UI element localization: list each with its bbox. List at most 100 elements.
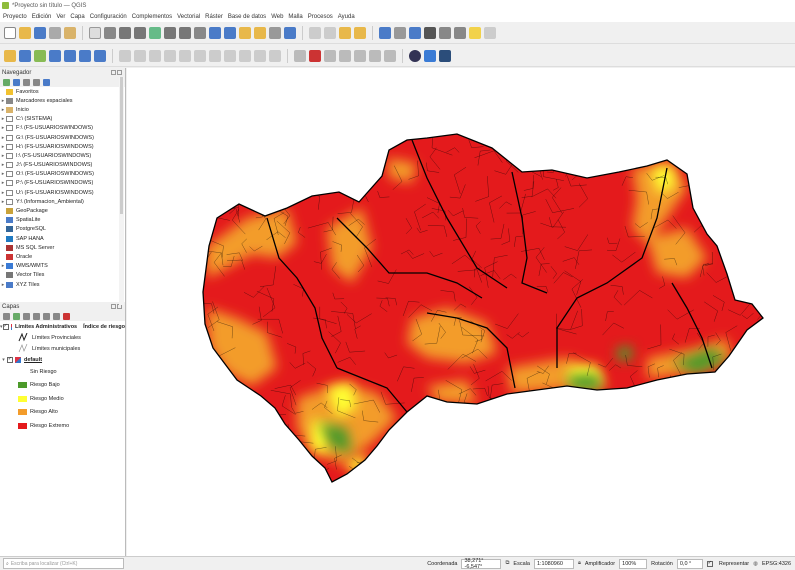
menu-ver[interactable]: Ver bbox=[56, 14, 65, 20]
pin-label-icon[interactable] bbox=[324, 49, 336, 62]
layout-manager-icon[interactable] bbox=[64, 26, 76, 39]
select-icon[interactable] bbox=[324, 26, 336, 39]
cut-icon[interactable] bbox=[209, 49, 221, 62]
open-styling-icon[interactable] bbox=[3, 312, 10, 320]
browser-item[interactable]: PostgreSQL bbox=[0, 225, 125, 234]
float-panel-icon[interactable] bbox=[111, 70, 116, 75]
collapse-all-icon[interactable] bbox=[53, 312, 60, 320]
rotation-field[interactable]: 0,0 ° bbox=[676, 558, 703, 569]
manage-visibility-icon[interactable] bbox=[23, 312, 30, 320]
digitize-icon[interactable] bbox=[149, 49, 161, 62]
render-checkbox[interactable]: ✓ bbox=[706, 560, 713, 567]
deselect-icon[interactable] bbox=[354, 26, 366, 39]
measure-icon[interactable] bbox=[454, 26, 466, 39]
browser-item[interactable]: SAP HANA bbox=[0, 234, 125, 243]
layer-group-limites[interactable]: ▾ ✓ Límites Administrativos Índice de ri… bbox=[0, 321, 125, 332]
scroll-thumb[interactable] bbox=[120, 77, 123, 214]
annotation-icon[interactable] bbox=[484, 26, 496, 39]
browser-item[interactable]: ▸ F:\ (FS-USUARIOSWINDOWS) bbox=[0, 124, 125, 133]
layer-default[interactable]: ▾ ✓ default bbox=[0, 354, 125, 365]
add-raster-icon[interactable] bbox=[34, 49, 46, 62]
zoom-in-icon[interactable] bbox=[119, 26, 131, 39]
crs-globe-icon[interactable]: ◍ bbox=[753, 561, 758, 567]
float-panel-icon[interactable] bbox=[111, 304, 116, 309]
toggle-extents-icon[interactable]: ⧉ bbox=[505, 560, 509, 567]
browser-item[interactable]: ▸ Marcadores espaciales bbox=[0, 96, 125, 105]
lock-scale-icon[interactable]: 🔒︎ bbox=[578, 560, 581, 567]
menu-ayuda[interactable]: Ayuda bbox=[338, 14, 355, 20]
add-vector-icon[interactable] bbox=[19, 49, 31, 62]
undo-icon[interactable] bbox=[254, 49, 266, 62]
menu-base-de-datos[interactable]: Base de datos bbox=[228, 14, 266, 20]
data-source-manager-icon[interactable] bbox=[4, 49, 16, 62]
legend-class[interactable]: Riesgo Medio bbox=[0, 392, 125, 406]
menu-proyecto[interactable]: Proyecto bbox=[3, 14, 27, 20]
browser-item[interactable]: ▸ XYZ Tiles bbox=[0, 280, 125, 289]
add-delimited-icon[interactable] bbox=[49, 49, 61, 62]
temporal-icon[interactable] bbox=[269, 26, 281, 39]
layer-limites-municipales[interactable]: Límites municipales bbox=[0, 343, 125, 354]
zoom-out-icon[interactable] bbox=[134, 26, 146, 39]
menu-vectorial[interactable]: Vectorial bbox=[177, 14, 200, 20]
collapse-all-icon[interactable] bbox=[33, 78, 40, 86]
add-spatialite-icon[interactable] bbox=[64, 49, 76, 62]
browser-item[interactable]: ▸ C:\ (SISTEMA) bbox=[0, 115, 125, 124]
browser-item[interactable]: Oracle bbox=[0, 252, 125, 261]
browser-item[interactable]: SpatiaLite bbox=[0, 216, 125, 225]
select-features-icon[interactable] bbox=[339, 26, 351, 39]
label-highlight-icon[interactable] bbox=[309, 49, 321, 62]
info-icon[interactable] bbox=[43, 78, 50, 86]
browser-item[interactable]: Vector Tiles bbox=[0, 271, 125, 280]
refresh-icon[interactable] bbox=[284, 26, 296, 39]
locator-search-input[interactable]: ⌕ Escriba para localizar (Ctrl+K) bbox=[3, 558, 124, 569]
change-label-icon[interactable] bbox=[384, 49, 396, 62]
settings-gear-icon[interactable] bbox=[409, 26, 421, 39]
statistics-icon[interactable] bbox=[439, 26, 451, 39]
copy-icon[interactable] bbox=[224, 49, 236, 62]
identify-icon[interactable] bbox=[309, 26, 321, 39]
zoom-full-icon[interactable] bbox=[149, 26, 161, 39]
menu-malla[interactable]: Malla bbox=[288, 14, 302, 20]
rotate-label-icon[interactable] bbox=[369, 49, 381, 62]
menu-edicion[interactable]: Edición bbox=[32, 14, 52, 20]
add-selected-layers-icon[interactable] bbox=[3, 78, 10, 86]
browser-item[interactable]: MS SQL Server bbox=[0, 243, 125, 252]
browser-item[interactable]: Favoritos bbox=[0, 87, 125, 96]
toolbox-gear-icon[interactable] bbox=[379, 26, 391, 39]
browser-item[interactable]: ▸ P:\ (FS-USUARIOSWINDOWS) bbox=[0, 179, 125, 188]
browser-scrollbar[interactable] bbox=[119, 77, 124, 305]
vertex-tool-icon[interactable] bbox=[179, 49, 191, 62]
menu-procesos[interactable]: Procesos bbox=[308, 14, 333, 20]
remove-layer-icon[interactable] bbox=[63, 312, 70, 320]
delete-feature-icon[interactable] bbox=[194, 49, 206, 62]
sigma-icon[interactable] bbox=[424, 26, 436, 39]
plugin-globe-icon[interactable] bbox=[409, 49, 421, 62]
browser-item[interactable]: GeoPackage bbox=[0, 206, 125, 215]
map-canvas[interactable] bbox=[127, 68, 795, 556]
save-as-icon[interactable] bbox=[49, 26, 61, 39]
refresh-icon[interactable] bbox=[13, 78, 20, 86]
add-wfs-icon[interactable] bbox=[94, 49, 106, 62]
redo-icon[interactable] bbox=[269, 49, 281, 62]
legend-class[interactable]: Sin Riesgo bbox=[0, 365, 125, 379]
browser-item[interactable]: ▸ I:\ (FS-USUARIOSWINDOWS) bbox=[0, 151, 125, 160]
browser-item[interactable]: ▸ O:\ (FS-USUARIOSWINDOWS) bbox=[0, 170, 125, 179]
save-project-icon[interactable] bbox=[34, 26, 46, 39]
coordinate-field[interactable]: 38,271° -6,547° bbox=[461, 558, 502, 570]
zoom-selection-icon[interactable] bbox=[164, 26, 176, 39]
pan-to-selection-icon[interactable] bbox=[104, 26, 116, 39]
scale-field[interactable]: 1:1080960 bbox=[533, 558, 574, 569]
browser-item[interactable]: ▸ H:\ (FS-USUARIOSWINDOWS) bbox=[0, 142, 125, 151]
label-icon[interactable] bbox=[294, 49, 306, 62]
expand-all-icon[interactable] bbox=[43, 312, 50, 320]
menu-complementos[interactable]: Complementos bbox=[132, 14, 172, 20]
layer-limites-provinciales[interactable]: Límites Provinciales bbox=[0, 332, 125, 343]
menu-capa[interactable]: Capa bbox=[70, 14, 84, 20]
add-feature-icon[interactable] bbox=[164, 49, 176, 62]
move-label-icon[interactable] bbox=[354, 49, 366, 62]
save-edits-icon[interactable] bbox=[134, 49, 146, 62]
plugin-book-icon[interactable] bbox=[439, 49, 451, 62]
collapse-arrow-icon[interactable]: ▾ bbox=[0, 357, 7, 363]
magnifier-field[interactable]: 100% bbox=[619, 558, 648, 569]
add-group-icon[interactable] bbox=[13, 312, 20, 320]
